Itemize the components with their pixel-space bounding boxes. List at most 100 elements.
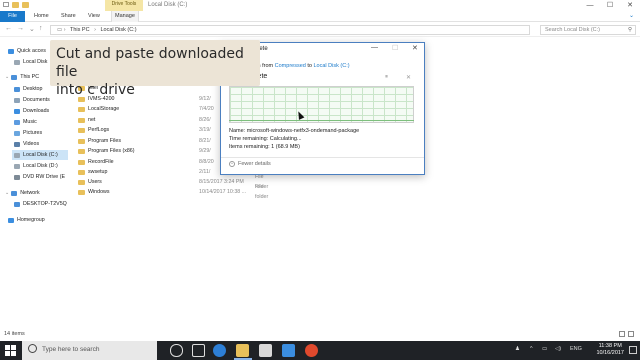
chrome-icon[interactable] — [305, 344, 318, 357]
forward-icon[interactable]: → — [17, 25, 24, 32]
cancel-icon[interactable]: ✕ — [406, 74, 411, 81]
sidebar-item-videos[interactable]: Videos — [14, 139, 39, 149]
tab-manage[interactable]: Manage — [111, 11, 139, 22]
mail-icon[interactable] — [282, 344, 295, 357]
pause-icon[interactable]: ⏸ — [385, 74, 388, 81]
folder-icon — [78, 138, 85, 144]
fewer-details-button[interactable]: ^ Fewer details — [229, 161, 271, 167]
drive-icon — [14, 152, 20, 158]
dialog-close-button[interactable]: ✕ — [412, 44, 418, 52]
sidebar-item-label: This PC — [20, 74, 40, 80]
sidebar-item-documents[interactable]: Documents — [14, 95, 50, 105]
copy-description-to: to — [307, 63, 312, 69]
quick-access-toolbar — [3, 2, 29, 8]
taskbar-search-box[interactable]: Type here to search — [22, 341, 157, 360]
search-input[interactable]: Search Local Disk (C:) ⚲ — [540, 25, 636, 35]
list-item[interactable]: RecordFile 8/8/20 — [78, 157, 214, 167]
microphone-icon[interactable] — [170, 344, 183, 357]
network-icon — [11, 190, 18, 196]
drive-icon — [14, 163, 20, 169]
people-icon[interactable]: ♟ — [515, 346, 520, 352]
minimize-button[interactable]: — — [580, 0, 600, 11]
volume-icon[interactable]: ◁) — [555, 346, 561, 352]
new-folder-icon[interactable] — [12, 2, 19, 8]
folder-icon — [78, 106, 85, 112]
up-icon[interactable]: ↑ — [39, 25, 43, 32]
dialog-maximize-button[interactable]: ☐ — [392, 44, 398, 52]
sidebar-item-local-disk-d[interactable]: Local Disk (D:) — [14, 161, 58, 171]
source-link[interactable]: Compressed — [275, 63, 306, 69]
window-title: Local Disk (C:) — [148, 2, 188, 8]
computer-icon — [14, 201, 20, 207]
sidebar-item-pictures[interactable]: Pictures — [14, 128, 42, 138]
sidebar-item-desktop-computer[interactable]: DESKTOP-T2V5Q — [14, 199, 67, 209]
system-clock[interactable]: 11:38 PM 10/16/2017 — [596, 343, 624, 357]
chevron-up-icon: ^ — [229, 161, 235, 167]
list-item[interactable]: net 8/26/ — [78, 115, 211, 125]
list-item[interactable]: Users 8/15/2017 3:24 PM File folder — [78, 174, 268, 190]
list-item[interactable]: Program Files (x86) 9/29/ — [78, 146, 211, 156]
videos-icon — [14, 141, 20, 147]
time-remaining-line: Time remaining: Calculating... — [229, 136, 302, 142]
properties-icon[interactable] — [3, 2, 9, 7]
breadcrumb-this-pc[interactable]: This PC — [70, 27, 90, 33]
list-item[interactable]: Windows 10/14/2017 10:38 ... File folder — [78, 184, 268, 200]
drive-tools-tab-group: Drive Tools — [105, 0, 143, 11]
task-view-icon[interactable] — [192, 344, 205, 357]
show-hidden-icons-icon[interactable]: ^ — [530, 346, 533, 352]
dvd-drive-icon — [14, 174, 20, 180]
language-indicator[interactable]: ENG — [570, 346, 582, 352]
close-button[interactable]: ✕ — [620, 0, 640, 11]
back-icon[interactable]: ← — [5, 25, 12, 32]
tab-view[interactable]: View — [88, 11, 100, 22]
details-view-icon[interactable] — [619, 331, 625, 337]
dialog-minimize-button[interactable]: — — [371, 44, 378, 51]
breadcrumb-local-disk[interactable]: Local Disk (C:) — [100, 27, 136, 33]
list-item[interactable]: swsetup 2/11/ — [78, 167, 210, 177]
sidebar-item-label: Local Disk (C:) — [23, 152, 58, 158]
list-item[interactable]: PerfLogs 3/19/ — [78, 125, 211, 135]
ribbon-expand-icon[interactable]: ⌄ — [629, 12, 634, 19]
store-icon[interactable] — [259, 344, 272, 357]
maximize-button[interactable]: ☐ — [600, 0, 620, 11]
large-icons-view-icon[interactable] — [628, 331, 634, 337]
battery-icon[interactable]: ▭ — [542, 346, 547, 352]
sidebar-item-this-pc[interactable]: ⌄ This PC — [5, 72, 39, 82]
folder-icon — [78, 179, 85, 185]
destination-link[interactable]: Local Disk (C:) — [314, 63, 350, 69]
chevron-down-icon[interactable]: ⌄ — [5, 72, 9, 82]
sidebar-item-local-disk[interactable]: Local Disk — [14, 57, 47, 67]
sidebar-item-dvd-drive[interactable]: DVD RW Drive (E — [14, 172, 65, 182]
sidebar-item-network[interactable]: ⌄ Network — [5, 188, 40, 198]
action-center-icon[interactable] — [629, 346, 637, 354]
list-item[interactable]: LocalStorage 7/4/20 — [78, 104, 214, 114]
sidebar-item-desktop[interactable]: Desktop — [14, 84, 42, 94]
file-explorer-icon[interactable] — [236, 344, 249, 357]
item-count: 14 items — [4, 331, 25, 337]
file-name: Program Files (x86) — [88, 148, 135, 154]
title-bar: Drive Tools Local Disk (C:) — ☐ ✕ — [0, 0, 640, 11]
recent-locations-icon[interactable]: ⌄ — [29, 25, 35, 33]
sidebar-item-downloads[interactable]: Downloads — [14, 106, 49, 116]
sidebar-item-quick-access[interactable]: Quick acces — [8, 46, 46, 56]
folder-icon[interactable] — [22, 2, 29, 8]
sidebar-item-label: DVD RW Drive (E — [23, 174, 65, 180]
address-field[interactable]: ▭ › This PC › Local Disk (C:) — [50, 25, 530, 35]
copy-description: m from Compressed to Local Disk (C:) — [256, 63, 350, 69]
sidebar-item-local-disk-c[interactable]: Local Disk (C:) — [12, 150, 68, 160]
sidebar-item-homegroup[interactable]: Homegroup — [8, 215, 45, 225]
sidebar-item-music[interactable]: Music — [14, 117, 37, 127]
tab-share[interactable]: Share — [61, 11, 76, 22]
clock-date: 10/16/2017 — [596, 350, 624, 356]
sidebar-item-label: Network — [20, 190, 40, 196]
tab-file[interactable]: File — [0, 11, 25, 22]
windows-start-icon[interactable] — [5, 345, 16, 356]
file-name: RecordFile — [88, 159, 114, 165]
chevron-down-icon[interactable]: ⌄ — [5, 188, 9, 198]
file-name: Program Files — [88, 138, 121, 144]
tab-home[interactable]: Home — [34, 11, 49, 22]
file-name: LocalStorage — [88, 106, 120, 112]
edge-browser-icon[interactable] — [213, 344, 226, 357]
sidebar-item-label: Videos — [23, 141, 40, 147]
list-item[interactable]: Program Files 8/21/ — [78, 136, 211, 146]
